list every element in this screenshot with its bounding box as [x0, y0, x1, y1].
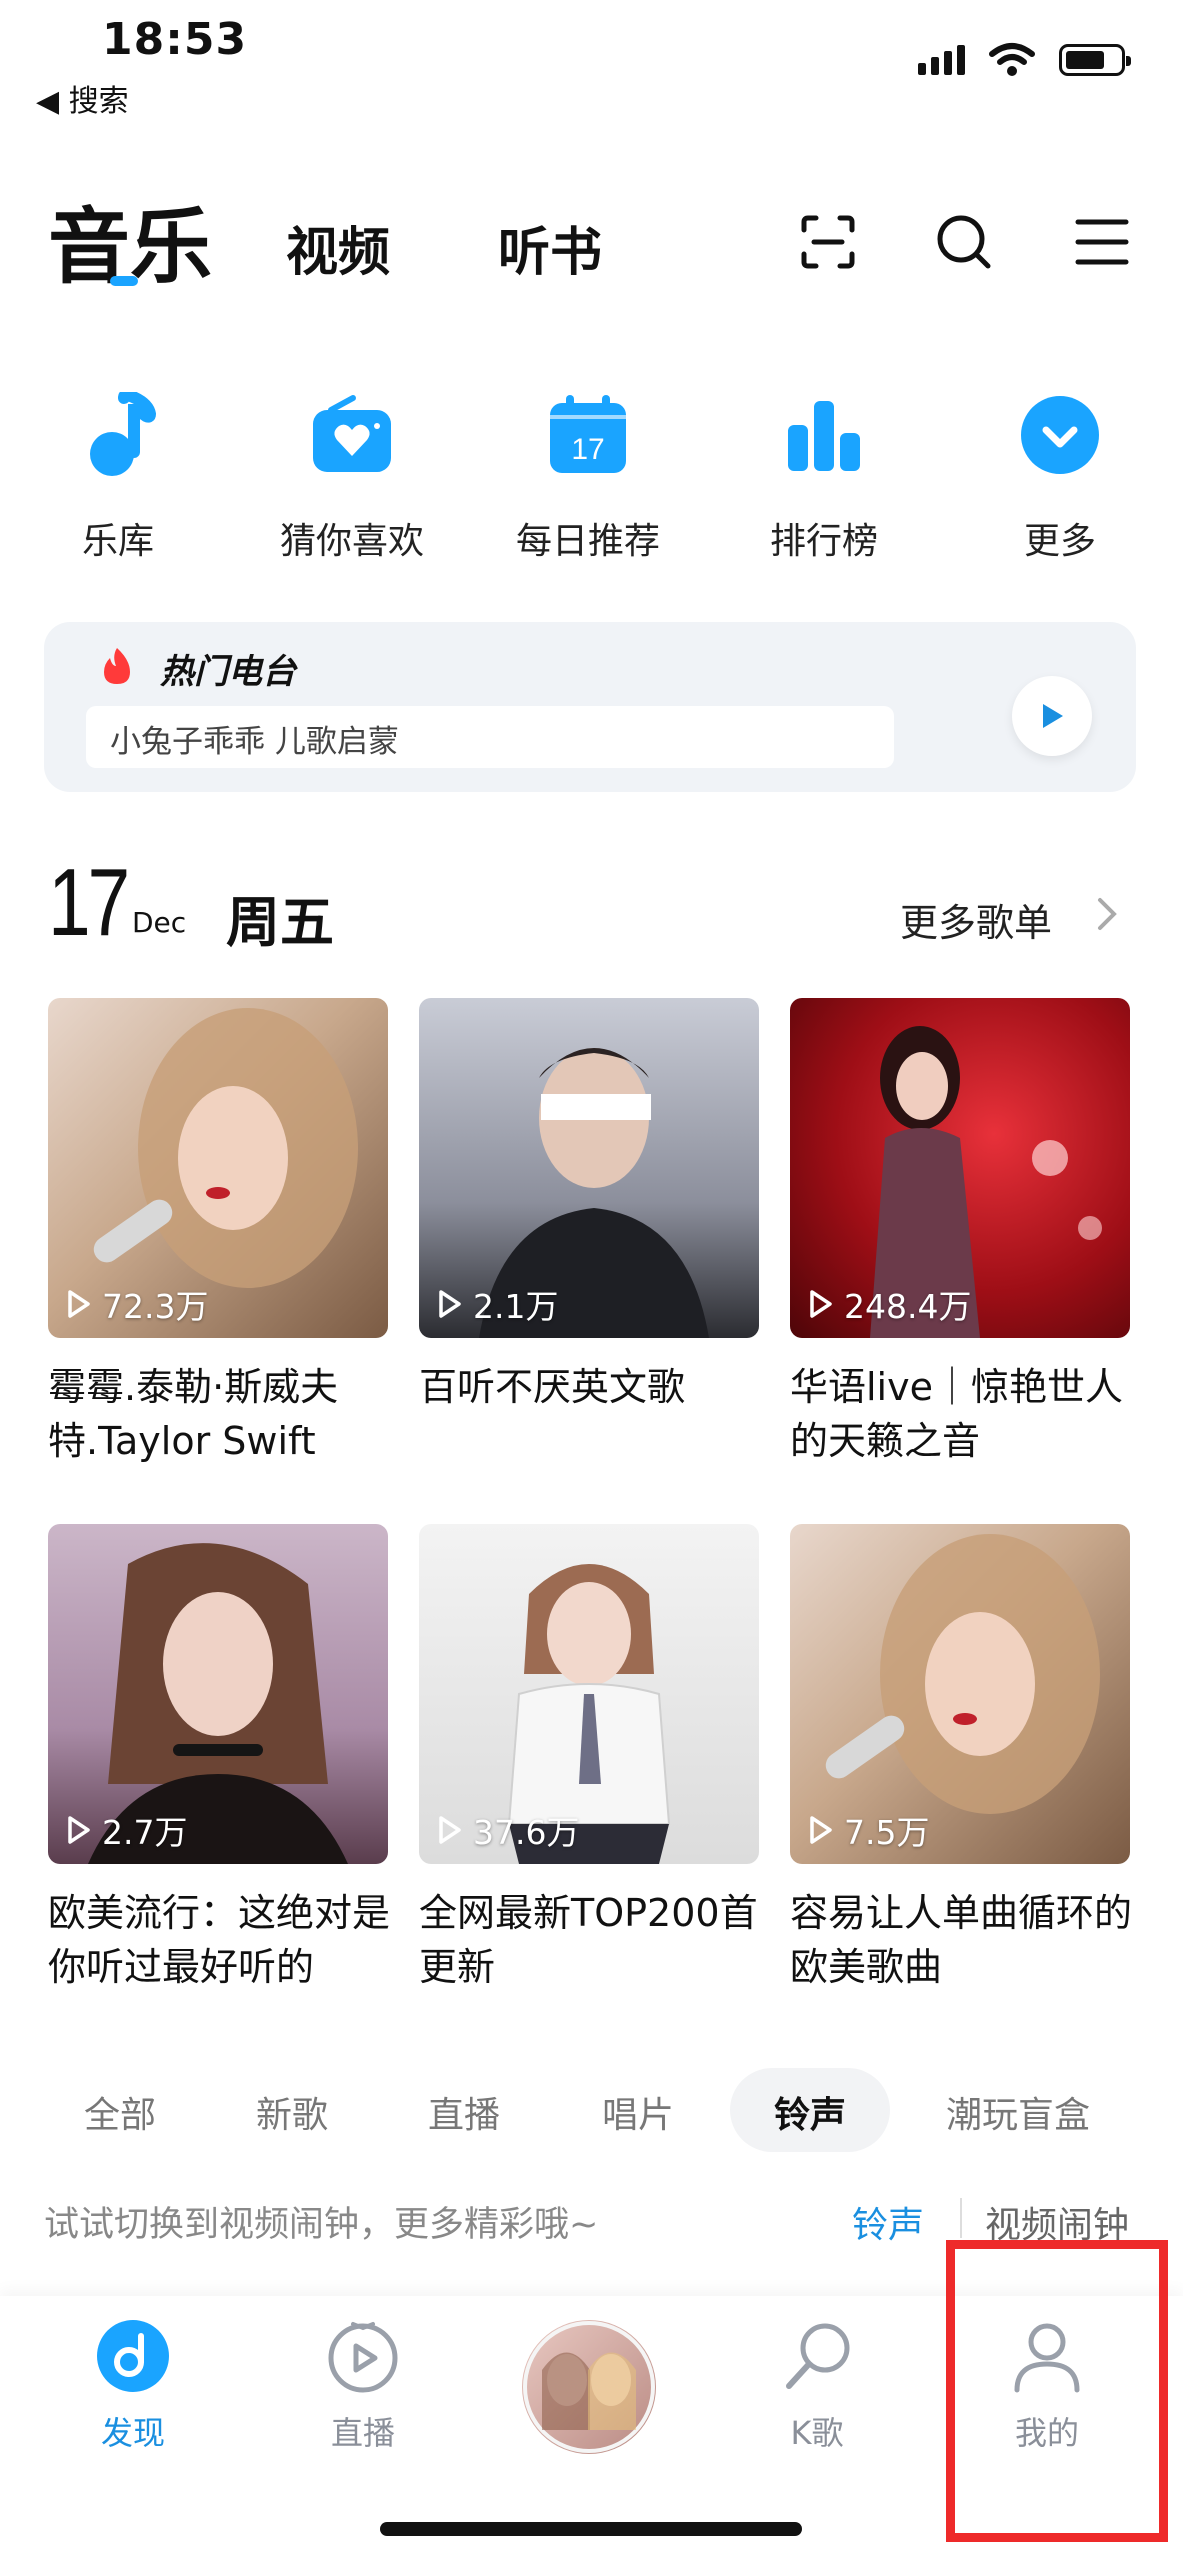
play-count: 7.5万: [808, 1806, 929, 1854]
playlist-title[interactable]: 全网最新TOP200首更新: [419, 1886, 769, 1994]
date-weekday: 周五: [226, 891, 334, 954]
calendar-icon: 17: [543, 390, 633, 480]
quick-entry-label: 排行榜: [769, 521, 878, 562]
bottom-nav-discover[interactable]: 发现: [48, 2318, 218, 2454]
playlist-title[interactable]: 百听不厌英文歌: [419, 1360, 769, 1414]
divider: [960, 2198, 962, 2238]
quick-entry-label: 每日推荐: [515, 521, 660, 562]
quick-entry-ranking[interactable]: 排行榜: [734, 390, 914, 564]
status-icons: [918, 42, 1131, 78]
home-indicator[interactable]: [380, 2522, 802, 2536]
music-note-icon: [73, 390, 163, 480]
play-count-text: 72.3万: [102, 1287, 209, 1326]
play-icon: [68, 1816, 90, 1844]
play-count: 2.7万: [66, 1806, 187, 1854]
chevron-right-icon[interactable]: [1096, 896, 1120, 942]
play-icon: [439, 1290, 461, 1318]
quick-entry-guess-you-like[interactable]: 猜你喜欢: [262, 390, 442, 564]
play-icon: [810, 1816, 832, 1844]
date-month: Dec: [132, 906, 187, 939]
album-cover-icon: [523, 2321, 655, 2453]
category-all[interactable]: 全部: [84, 2086, 156, 2138]
bottom-nav-label: 发现: [100, 2414, 165, 2452]
tab-audiobook[interactable]: 听书: [498, 210, 602, 285]
playlist-title[interactable]: 欧美流行：这绝对是你听过最好听的: [48, 1886, 398, 1994]
scan-icon[interactable]: [796, 210, 860, 274]
quick-entry-label: 猜你喜欢: [279, 521, 424, 562]
play-icon: [68, 1290, 90, 1318]
quick-entry-more[interactable]: 更多: [970, 390, 1150, 564]
play-count: 72.3万: [66, 1280, 208, 1328]
alarm-hint-text: 试试切换到视频闹钟，更多精彩哦~: [44, 2205, 599, 2245]
play-count: 37.6万: [437, 1806, 579, 1854]
highlight-box: [946, 2240, 1168, 2542]
play-count-text: 2.1万: [473, 1287, 559, 1326]
category-albums[interactable]: 唱片: [602, 2086, 674, 2138]
menu-icon[interactable]: [1070, 210, 1134, 274]
quick-entry-library[interactable]: 乐库: [28, 390, 208, 564]
play-count: 248.4万: [808, 1280, 971, 1328]
microphone-icon: [786, 2323, 850, 2389]
play-count-text: 7.5万: [844, 1813, 930, 1852]
quick-entry-daily-recommend[interactable]: 17 每日推荐: [498, 390, 678, 564]
alarm-option-ringtone[interactable]: 铃声: [852, 2196, 924, 2248]
hot-radio-search-text: 小兔子乖乖 儿歌启蒙: [110, 724, 399, 760]
search-icon[interactable]: [932, 210, 996, 274]
status-time: 18:53: [102, 14, 248, 65]
cellular-signal-icon: [918, 45, 965, 75]
category-new-songs[interactable]: 新歌: [256, 2086, 328, 2138]
quick-entry-label: 更多: [1023, 521, 1096, 562]
hot-radio-title: 热门电台: [160, 652, 296, 692]
back-to-search-link[interactable]: ◀ 搜索: [36, 76, 129, 120]
calendar-badge: 17: [571, 433, 604, 466]
play-icon: [439, 1816, 461, 1844]
chevron-down-circle-icon: [1015, 390, 1105, 480]
tab-active-indicator: [110, 276, 138, 286]
category-blind-box[interactable]: 潮玩盲盒: [946, 2086, 1090, 2138]
category-live[interactable]: 直播: [428, 2086, 500, 2138]
discover-icon: [97, 2320, 169, 2392]
date-day: 17: [48, 849, 130, 956]
play-icon: [810, 1290, 832, 1318]
play-icon: [1043, 704, 1063, 728]
playlist-title[interactable]: 容易让人单曲循环的欧美歌曲: [790, 1886, 1140, 1994]
play-count-text: 2.7万: [102, 1813, 188, 1852]
bottom-nav-live[interactable]: 直播: [278, 2318, 448, 2454]
category-ringtones[interactable]: 铃声: [774, 2086, 846, 2138]
live-play-icon: [328, 2322, 398, 2393]
bar-chart-icon: [779, 390, 869, 480]
now-playing-album-cover[interactable]: [522, 2320, 656, 2454]
tab-video[interactable]: 视频: [286, 210, 390, 285]
playlist-title[interactable]: 霉霉.泰勒·斯威夫特.Taylor Swift: [48, 1360, 398, 1468]
play-count-text: 37.6万: [473, 1813, 580, 1852]
battery-icon: [1059, 44, 1131, 76]
play-count-text: 248.4万: [844, 1287, 972, 1326]
play-count: 2.1万: [437, 1280, 558, 1328]
bottom-nav-karaoke[interactable]: K歌: [732, 2318, 902, 2454]
bottom-nav-label: 直播: [330, 2414, 395, 2452]
flame-icon: [100, 646, 134, 690]
radio-play-button[interactable]: [1012, 676, 1092, 756]
playlist-title[interactable]: 华语live｜惊艳世人的天籁之音: [790, 1360, 1140, 1468]
bottom-nav-label: K歌: [790, 2414, 844, 2452]
more-playlists-link[interactable]: 更多歌单: [900, 892, 1052, 947]
quick-entry-label: 乐库: [81, 521, 154, 562]
wifi-icon: [989, 43, 1035, 76]
radio-heart-icon: [307, 390, 397, 480]
